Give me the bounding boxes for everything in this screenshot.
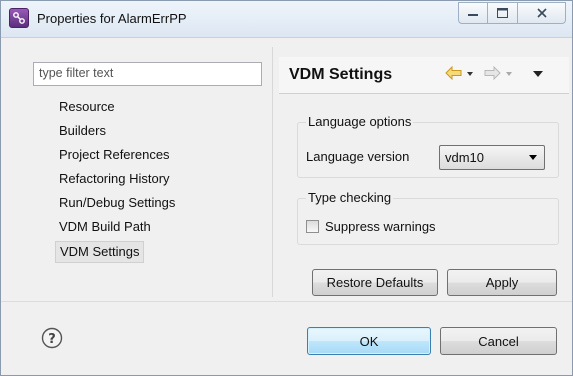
language-options-group: Language options Language version vdm10 xyxy=(297,114,559,178)
filter-input[interactable]: type filter text xyxy=(33,62,262,86)
title-bar[interactable]: Properties for AlarmErrPP xyxy=(1,1,572,38)
close-icon xyxy=(536,8,547,18)
tree-item-project-references[interactable]: Project References xyxy=(55,144,179,168)
help-icon: ? xyxy=(41,327,63,349)
help-button[interactable]: ? xyxy=(41,327,63,349)
svg-text:?: ? xyxy=(48,332,56,347)
chevron-down-icon xyxy=(529,155,537,160)
property-page-tree: Resource Builders Project References Ref… xyxy=(55,96,179,263)
forward-nav[interactable] xyxy=(484,66,514,80)
back-nav[interactable] xyxy=(445,66,475,80)
suppress-warnings-checkbox[interactable] xyxy=(306,220,319,233)
minimize-icon xyxy=(468,14,478,16)
view-menu-icon xyxy=(533,71,543,77)
page-title: VDM Settings xyxy=(289,66,393,83)
language-options-title: Language options xyxy=(306,114,414,129)
forward-arrow-icon xyxy=(484,66,501,80)
back-dropdown-icon xyxy=(467,72,473,76)
footer-separator xyxy=(1,301,572,302)
cancel-button[interactable]: Cancel xyxy=(440,327,557,355)
back-arrow-icon xyxy=(445,66,462,80)
tree-item-vdm-build-path[interactable]: VDM Build Path xyxy=(55,216,179,240)
ok-button[interactable]: OK xyxy=(307,327,431,355)
maximize-button[interactable] xyxy=(488,2,518,24)
tree-item-vdm-settings[interactable]: VDM Settings xyxy=(55,241,145,263)
type-checking-group: Type checking Suppress warnings xyxy=(297,190,559,245)
forward-dropdown-icon xyxy=(506,72,512,76)
maximize-icon xyxy=(497,8,508,18)
suppress-warnings-option[interactable]: Suppress warnings xyxy=(306,219,436,234)
page-header: VDM Settings xyxy=(279,57,569,94)
pane-divider[interactable] xyxy=(272,47,273,297)
view-menu[interactable] xyxy=(532,66,544,80)
app-icon xyxy=(9,8,29,28)
language-version-value: vdm10 xyxy=(445,150,485,165)
tree-item-builders[interactable]: Builders xyxy=(55,120,179,144)
type-checking-title: Type checking xyxy=(306,190,394,205)
language-version-label: Language version xyxy=(306,149,410,164)
restore-defaults-button[interactable]: Restore Defaults xyxy=(312,269,438,296)
properties-dialog: Properties for AlarmErrPP type filter te… xyxy=(0,0,573,376)
minimize-button[interactable] xyxy=(458,2,488,24)
window-title: Properties for AlarmErrPP xyxy=(37,11,187,26)
tree-item-resource[interactable]: Resource xyxy=(55,96,179,120)
caption-buttons xyxy=(458,2,566,24)
tree-item-refactoring-history[interactable]: Refactoring History xyxy=(55,168,179,192)
suppress-warnings-label: Suppress warnings xyxy=(325,219,436,234)
close-button[interactable] xyxy=(518,2,566,24)
apply-button[interactable]: Apply xyxy=(447,269,557,296)
language-version-select[interactable]: vdm10 xyxy=(439,145,545,170)
tree-item-run-debug-settings[interactable]: Run/Debug Settings xyxy=(55,192,179,216)
